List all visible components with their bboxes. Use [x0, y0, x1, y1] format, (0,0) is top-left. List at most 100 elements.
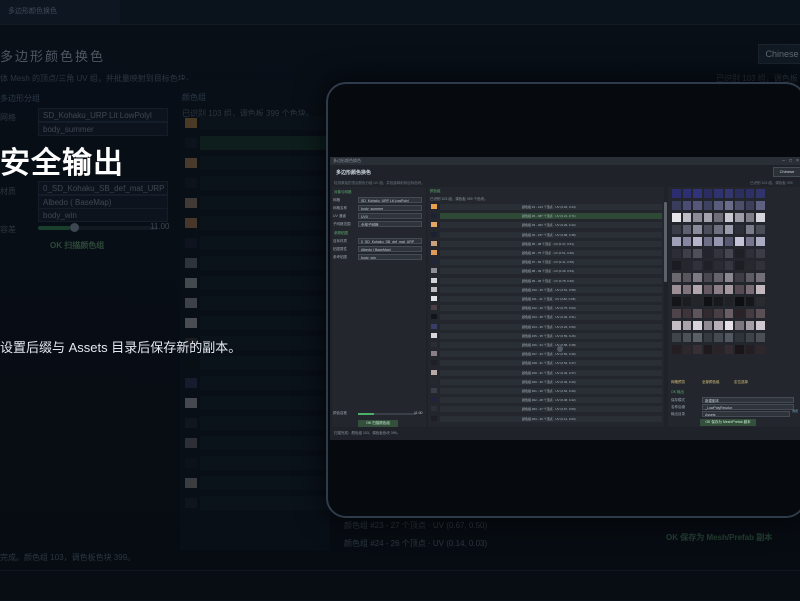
material-field[interactable]: 0_SD_Kohaku_SB_def_mat_URP: [358, 238, 422, 244]
palette-swatch[interactable]: [745, 297, 754, 306]
palette-swatch[interactable]: [735, 225, 744, 234]
palette-swatch[interactable]: [703, 189, 712, 198]
palette-swatch[interactable]: [693, 201, 702, 210]
color-group-row[interactable]: 颜色组 #14 - 36 个顶点 · UV (0.23, 0.59): [440, 323, 662, 330]
palette-swatch[interactable]: [693, 189, 702, 198]
palette-swatch[interactable]: [682, 249, 691, 258]
save-copy-button[interactable]: OK 保存为 Mesh/Prefab 副本: [700, 419, 756, 426]
color-swatch[interactable]: [431, 378, 437, 384]
palette-swatch[interactable]: [735, 273, 744, 282]
palette-swatch[interactable]: [745, 225, 754, 234]
palette-swatch[interactable]: [672, 321, 681, 330]
color-swatch[interactable]: [431, 314, 437, 320]
color-swatch[interactable]: [431, 342, 437, 347]
color-swatch[interactable]: [431, 369, 437, 375]
scan-button[interactable]: OK 扫描颜色组: [358, 420, 398, 427]
color-group-row[interactable]: 颜色组 #1 - 144 个顶点 · UV (0.18, 0.44): [440, 204, 662, 210]
color-group-row[interactable]: 颜色组 #3 - 262 个顶点 · UV (0.29, 0.42): [440, 222, 662, 229]
palette-swatch[interactable]: [703, 237, 712, 246]
palette-swatch[interactable]: [672, 237, 681, 246]
palette-swatch[interactable]: [703, 213, 712, 222]
palette-swatch[interactable]: [745, 309, 754, 318]
palette-swatch[interactable]: [724, 273, 733, 282]
palette-swatch[interactable]: [724, 201, 733, 210]
palette-swatch[interactable]: [735, 237, 744, 246]
palette-swatch[interactable]: [703, 225, 712, 234]
palette-swatch[interactable]: [735, 189, 744, 198]
palette-swatch[interactable]: [745, 189, 754, 198]
tab-mesh-preview[interactable]: 网格预览: [671, 380, 685, 385]
color-group-row[interactable]: 颜色组 #4 - 157 个顶点 · UV (0.68, 0.38): [440, 231, 662, 238]
color-swatch[interactable]: [431, 305, 437, 311]
palette-swatch[interactable]: [693, 333, 702, 342]
palette-swatch[interactable]: [745, 237, 754, 246]
color-swatch[interactable]: [431, 222, 437, 228]
save-mode-select[interactable]: 新建副本: [702, 397, 794, 403]
palette-swatch[interactable]: [714, 333, 723, 342]
palette-swatch[interactable]: [756, 189, 765, 198]
color-swatch[interactable]: [431, 213, 437, 219]
palette-swatch[interactable]: [735, 297, 744, 306]
palette-swatch[interactable]: [756, 273, 765, 282]
palette-swatch[interactable]: [672, 225, 681, 234]
palette-swatch[interactable]: [735, 309, 744, 318]
palette-swatch[interactable]: [672, 309, 681, 318]
palette-swatch[interactable]: [693, 237, 702, 246]
color-swatch[interactable]: [431, 286, 437, 292]
color-group-row[interactable]: 颜色组 #24 - 26 个顶点 · UV (0.14, 0.03): [440, 415, 662, 422]
palette-swatch[interactable]: [693, 285, 702, 294]
palette-swatch[interactable]: [703, 249, 712, 258]
palette-swatch[interactable]: [703, 333, 712, 342]
palette-swatch[interactable]: [682, 321, 691, 330]
color-swatch[interactable]: [431, 268, 437, 274]
palette-swatch[interactable]: [745, 285, 754, 294]
color-swatch[interactable]: [431, 204, 437, 209]
palette-swatch[interactable]: [735, 201, 744, 210]
palette-swatch[interactable]: [682, 213, 691, 222]
color-swatch[interactable]: [431, 250, 437, 255]
color-group-row[interactable]: 颜色组 #8 - 49 个顶点 · UV (0.36, 0.53): [440, 268, 662, 275]
palette-swatch[interactable]: [672, 189, 681, 198]
palette-swatch[interactable]: [745, 321, 754, 330]
palette-swatch[interactable]: [724, 237, 733, 246]
tolerance-slider[interactable]: [358, 413, 416, 415]
palette-swatch[interactable]: [714, 189, 723, 198]
palette-swatch[interactable]: [703, 321, 712, 330]
palette-swatch[interactable]: [693, 345, 702, 354]
palette-swatch[interactable]: [714, 345, 723, 354]
suffix-input[interactable]: _LowPolyRecolor: [702, 404, 794, 410]
color-swatch[interactable]: [431, 231, 437, 237]
palette-swatch[interactable]: [745, 345, 754, 354]
color-group-row[interactable]: 颜色组 #11 - 41 个顶点 · UV (0.82, 0.68): [440, 296, 662, 302]
palette-swatch[interactable]: [703, 309, 712, 318]
palette-swatch[interactable]: [724, 225, 733, 234]
palette-swatch[interactable]: [714, 249, 723, 258]
scrollbar[interactable]: [664, 202, 667, 282]
palette-swatch[interactable]: [724, 309, 733, 318]
uv-channel-select[interactable]: UV0: [358, 213, 422, 219]
palette-swatch[interactable]: [724, 345, 733, 354]
palette-swatch[interactable]: [672, 297, 681, 306]
palette-swatch[interactable]: [756, 297, 765, 306]
language-dropdown[interactable]: Chinese: [773, 167, 800, 177]
palette-swatch[interactable]: [672, 261, 681, 270]
palette-swatch[interactable]: [682, 261, 691, 270]
palette-swatch[interactable]: [724, 297, 733, 306]
color-group-row[interactable]: 颜色组 #23 - 27 个顶点 · UV (0.67, 0.50): [440, 406, 662, 413]
maximize-icon[interactable]: □: [787, 157, 794, 165]
palette-swatch[interactable]: [745, 201, 754, 210]
color-group-row[interactable]: 颜色组 #19 - 31 个顶点 · UV (0.49, 0.37): [440, 369, 662, 376]
palette-swatch[interactable]: [693, 309, 702, 318]
color-group-row[interactable]: 颜色组 #13 - 38 个顶点 · UV (0.40, 0.51): [440, 314, 662, 321]
palette-swatch[interactable]: [735, 321, 744, 330]
color-swatch[interactable]: [431, 388, 437, 393]
color-group-row[interactable]: 颜色组 #7 - 60 个顶点 · UV (0.41, 0.55): [440, 259, 662, 266]
palette-swatch[interactable]: [672, 285, 681, 294]
palette-swatch[interactable]: [745, 261, 754, 270]
palette-swatch[interactable]: [756, 237, 765, 246]
color-swatch[interactable]: [431, 351, 437, 357]
color-swatch[interactable]: [431, 240, 437, 246]
palette-swatch[interactable]: [735, 213, 744, 222]
color-group-row[interactable]: 颜色组 #16 - 34 个顶点 · UV (0.58, 0.48): [440, 342, 662, 348]
palette-swatch[interactable]: [724, 249, 733, 258]
